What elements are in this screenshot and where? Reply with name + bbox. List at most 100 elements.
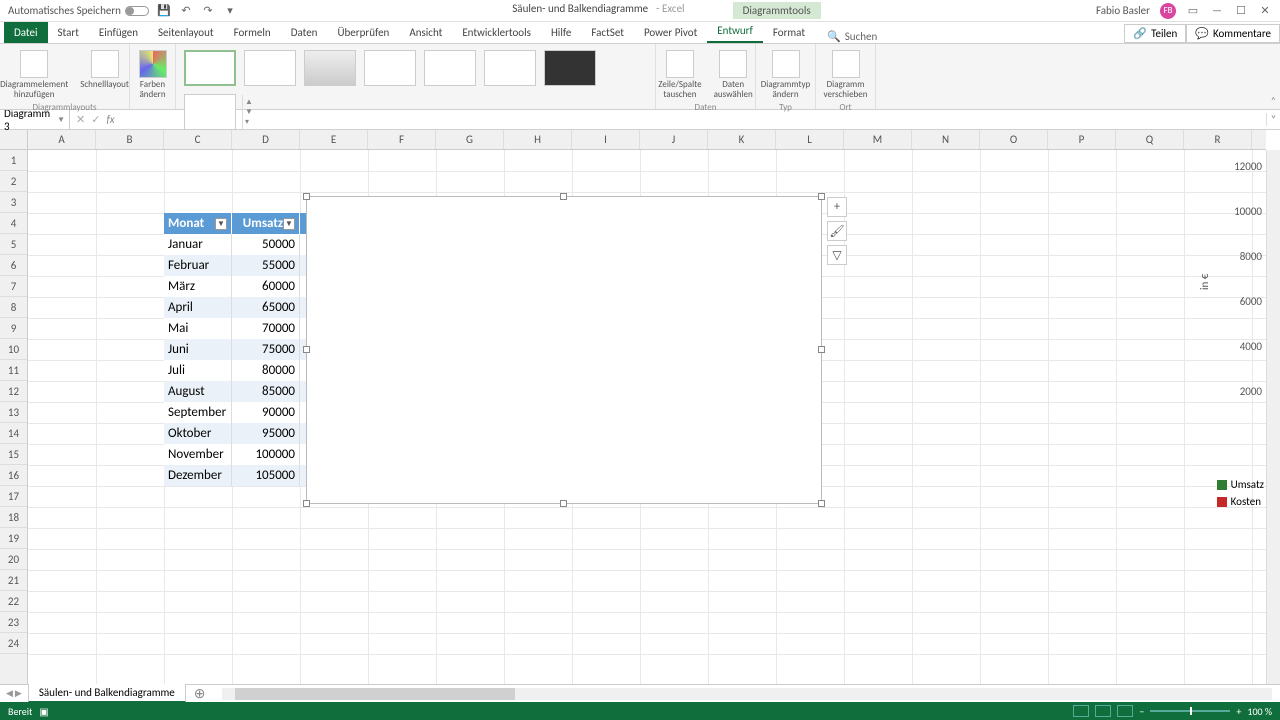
resize-handle[interactable] [303, 500, 310, 507]
style-gallery-scroll[interactable]: ▲▼▾ [242, 95, 256, 129]
row-header[interactable]: 8 [0, 297, 27, 318]
resize-handle[interactable] [818, 500, 825, 507]
col-header[interactable]: F [368, 130, 436, 149]
row-header[interactable]: 2 [0, 171, 27, 192]
row-header[interactable]: 10 [0, 339, 27, 360]
chart-style-6[interactable] [484, 50, 536, 86]
row-header[interactable]: 11 [0, 360, 27, 381]
col-header[interactable]: A [28, 130, 96, 149]
autosave-toggle[interactable]: Automatisches Speichern [8, 4, 149, 17]
row-header[interactable]: 21 [0, 570, 27, 591]
col-header[interactable]: N [912, 130, 980, 149]
close-icon[interactable]: ✕ [1258, 4, 1272, 17]
horizontal-scrollbar[interactable] [222, 688, 1273, 700]
quick-layout-button[interactable]: Schnelllayout [76, 48, 133, 92]
col-header[interactable]: O [980, 130, 1048, 149]
row-header[interactable]: 16 [0, 465, 27, 486]
zoom-in-icon[interactable]: + [1236, 705, 1241, 718]
row-header[interactable]: 23 [0, 612, 27, 633]
collapse-ribbon-icon[interactable]: ˄ [1271, 94, 1276, 107]
ribbon-mode-icon[interactable]: ▭ [1186, 4, 1200, 17]
tab-factset[interactable]: FactSet [581, 22, 634, 43]
user-avatar[interactable]: FB [1160, 3, 1176, 19]
resize-handle[interactable] [818, 346, 825, 353]
row-header[interactable]: 3 [0, 192, 27, 213]
row-header[interactable]: 18 [0, 507, 27, 528]
comments-button[interactable]: 💬Kommentare [1186, 24, 1280, 43]
row-header[interactable]: 4 [0, 213, 27, 234]
row-header[interactable]: 1 [0, 150, 27, 171]
tab-ueberpruefen[interactable]: Überprüfen [327, 22, 399, 43]
col-header[interactable]: B [96, 130, 164, 149]
tab-start[interactable]: Start [48, 22, 89, 43]
chart-style-1[interactable] [184, 50, 236, 86]
macro-record-icon[interactable]: ▣ [39, 705, 48, 718]
column-headers[interactable]: ABCDEFGHIJKLMNOPQR [28, 130, 1266, 150]
row-header[interactable]: 6 [0, 255, 27, 276]
chart-style-5[interactable] [424, 50, 476, 86]
chart-object[interactable]: + 🖌 ▽ [306, 196, 822, 504]
zoom-control[interactable]: − + 100 % [1139, 705, 1272, 718]
normal-view-button[interactable] [1073, 705, 1089, 717]
row-header[interactable]: 24 [0, 633, 27, 654]
fx-icon[interactable]: fx [106, 113, 118, 126]
col-header[interactable]: D [232, 130, 300, 149]
tab-seitenlayout[interactable]: Seitenlayout [148, 22, 224, 43]
col-header[interactable]: E [300, 130, 368, 149]
tab-entwurf[interactable]: Entwurf [707, 20, 763, 43]
chart-style-8[interactable] [184, 94, 236, 130]
filter-dropdown-icon[interactable]: ▼ [283, 218, 295, 230]
chart-styles-button[interactable]: 🖌 [827, 221, 847, 241]
cells-area[interactable]: Monat▼ Umsatz▼ Kosten▼ Januar5000020000F… [28, 150, 1266, 684]
tab-hilfe[interactable]: Hilfe [541, 22, 581, 43]
redo-icon[interactable]: ↷ [201, 4, 215, 18]
col-header-monat[interactable]: Monat▼ [164, 213, 232, 234]
col-header[interactable]: R [1184, 130, 1252, 149]
change-chart-type-button[interactable]: Diagrammtyp ändern [757, 48, 815, 102]
resize-handle[interactable] [560, 193, 567, 200]
row-header[interactable]: 9 [0, 318, 27, 339]
select-all-button[interactable] [0, 130, 28, 150]
col-header[interactable]: P [1048, 130, 1116, 149]
enter-formula-icon[interactable]: ✓ [91, 113, 100, 126]
qat-more-icon[interactable]: ▾ [223, 4, 237, 18]
page-break-view-button[interactable] [1117, 705, 1133, 717]
select-data-button[interactable]: Daten auswählen [710, 48, 757, 102]
tab-einfuegen[interactable]: Einfügen [89, 22, 148, 43]
cancel-formula-icon[interactable]: ✕ [76, 113, 85, 126]
add-chart-element-button[interactable]: Diagrammelement hinzufügen [0, 48, 72, 102]
move-chart-button[interactable]: Diagramm verschieben [820, 48, 872, 102]
col-header[interactable]: K [708, 130, 776, 149]
switch-row-col-button[interactable]: Zeile/Spalte tauschen [654, 48, 705, 102]
chart-elements-button[interactable]: + [827, 197, 847, 217]
namebox-dropdown-icon[interactable]: ▼ [57, 115, 65, 125]
row-header[interactable]: 5 [0, 234, 27, 255]
add-sheet-button[interactable]: ⊕ [186, 685, 214, 702]
tab-datei[interactable]: Datei [4, 22, 48, 43]
row-header[interactable]: 19 [0, 528, 27, 549]
tab-formeln[interactable]: Formeln [224, 22, 281, 43]
col-header[interactable]: H [504, 130, 572, 149]
spreadsheet-grid[interactable]: ABCDEFGHIJKLMNOPQR 123456789101112131415… [0, 130, 1280, 684]
tab-daten[interactable]: Daten [281, 22, 328, 43]
maximize-icon[interactable]: ☐ [1234, 4, 1248, 17]
tab-ansicht[interactable]: Ansicht [399, 22, 452, 43]
undo-icon[interactable]: ↶ [179, 4, 193, 18]
resize-handle[interactable] [818, 193, 825, 200]
chart-style-2[interactable] [244, 50, 296, 86]
row-header[interactable]: 12 [0, 381, 27, 402]
resize-handle[interactable] [560, 500, 567, 507]
col-header[interactable]: G [436, 130, 504, 149]
search-box[interactable]: 🔍Suchen [815, 30, 889, 43]
col-header[interactable]: I [572, 130, 640, 149]
filter-dropdown-icon[interactable]: ▼ [215, 218, 227, 230]
row-headers[interactable]: 123456789101112131415161718192021222324 [0, 150, 28, 684]
zoom-slider[interactable] [1150, 710, 1230, 712]
zoom-out-icon[interactable]: − [1139, 705, 1144, 718]
chart-filter-button[interactable]: ▽ [827, 245, 847, 265]
col-header[interactable]: M [844, 130, 912, 149]
col-header[interactable]: Q [1116, 130, 1184, 149]
col-header[interactable]: C [164, 130, 232, 149]
tab-entwicklertools[interactable]: Entwicklertools [452, 22, 541, 43]
zoom-level[interactable]: 100 % [1247, 705, 1272, 718]
